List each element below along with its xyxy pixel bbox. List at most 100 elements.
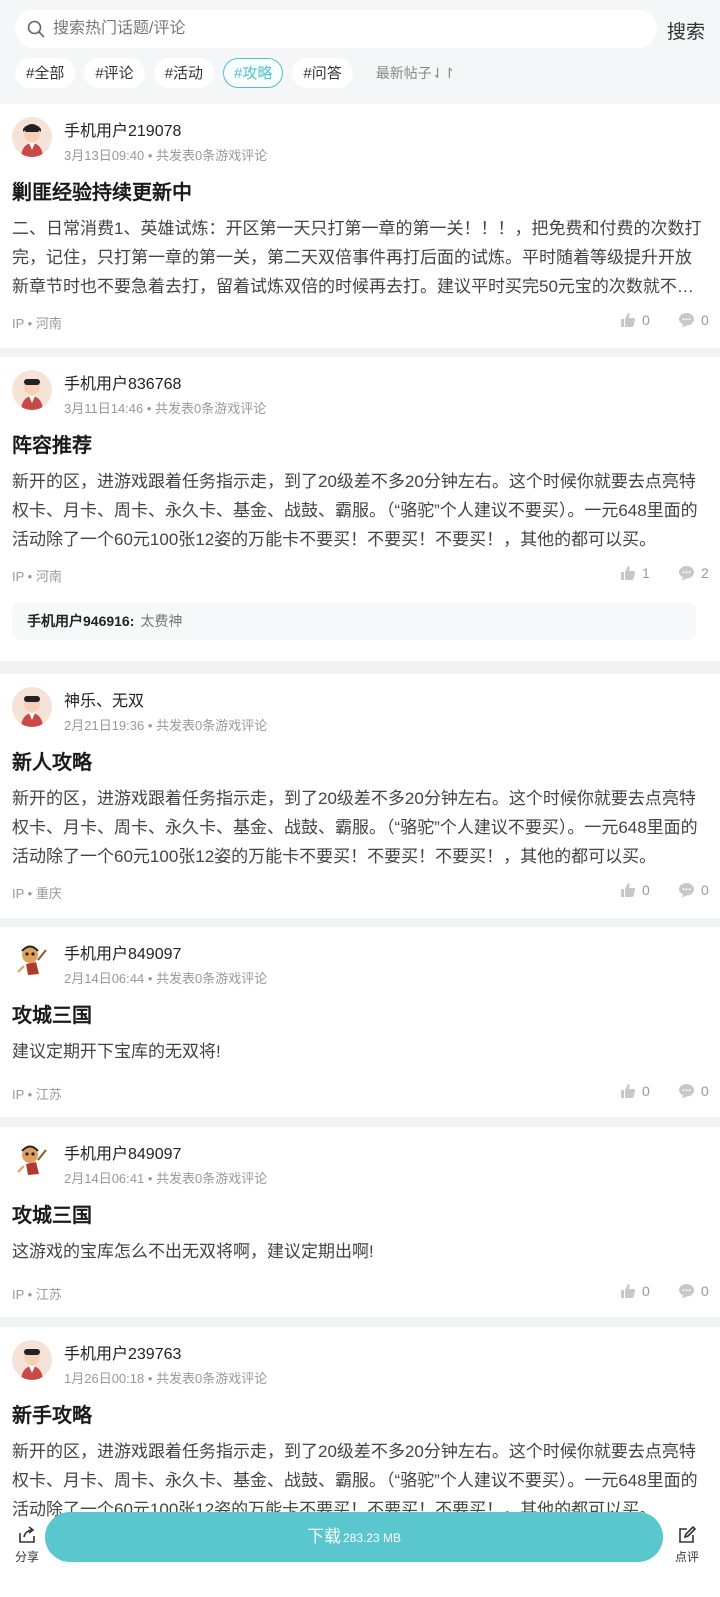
like-button[interactable]: 0 [620,882,650,898]
username[interactable]: 手机用户239763 [64,1340,181,1364]
comment-count: 0 [701,882,709,898]
username[interactable]: 手机用户849097 [64,1140,181,1164]
thumbs-up-icon [621,883,636,897]
post-body[interactable]: 新开的区，进游戏跟着任务指示走，到了20级差不多20分钟左右。这个时候你就要去点… [12,467,708,554]
comment-icon [679,1084,694,1099]
like-button[interactable]: 0 [620,312,650,328]
post-body[interactable]: 新开的区，进游戏跟着任务指示走，到了20级差不多20分钟左右。这个时候你就要去点… [12,784,708,871]
edit-icon [679,1525,697,1543]
review-label: 点评 [674,1550,699,1564]
bottom-action-bar: 分享 下载 283.23 MB 点评 [0,1505,720,1597]
post-date: 2月21日19:36 [64,718,145,733]
comment-button[interactable]: 0 [678,882,709,898]
comment-icon [679,566,694,581]
tab-reviews[interactable]: #评论 [84,58,145,88]
comment-button[interactable]: 2 [678,565,709,581]
post-meta: 3月13日09:40 • 共发表0条游戏评论 [64,145,267,164]
reply-username: 手机用户946916: [27,613,135,629]
like-count: 0 [642,312,650,328]
search-box[interactable] [15,10,657,48]
like-count: 0 [642,1083,650,1099]
thumbs-up-icon [621,1084,636,1098]
ip-location: IP • 河南 [12,569,62,584]
username[interactable]: 神乐、无双 [64,687,144,711]
comment-count: 0 [701,312,709,328]
comment-button[interactable]: 0 [678,1283,709,1299]
post-title[interactable]: 攻城三国 [12,1199,92,1228]
username[interactable]: 手机用户836768 [64,370,181,394]
comment-count: 0 [701,1083,709,1099]
post-card[interactable]: 手机用户219078 3月13日09:40 • 共发表0条游戏评论 剿匪经验持续… [0,104,720,348]
avatar[interactable] [12,940,52,980]
post-title[interactable]: 新人攻略 [12,746,92,775]
tab-qa[interactable]: #问答 [292,58,353,88]
like-count: 0 [642,882,650,898]
comment-button[interactable]: 0 [678,312,709,328]
post-body[interactable]: 建议定期开下宝库的无双将! [12,1037,708,1066]
ip-location: IP • 江苏 [12,1287,62,1302]
like-button[interactable]: 0 [620,1083,650,1099]
tab-all[interactable]: #全部 [15,58,76,88]
search-input[interactable] [51,19,615,39]
avatar[interactable] [12,370,52,410]
share-label: 分享 [14,1550,39,1564]
comment-icon [679,883,694,898]
post-card[interactable]: 手机用户836768 3月11日14:46 • 共发表0条游戏评论 阵容推荐 新… [0,357,720,661]
post-meta: 3月11日14:46 • 共发表0条游戏评论 [64,398,266,417]
username[interactable]: 手机用户849097 [64,940,181,964]
post-meta: 2月21日19:36 • 共发表0条游戏评论 [64,715,267,734]
share-icon [19,1526,35,1543]
post-date: 2月14日06:44 [64,971,145,986]
post-card[interactable]: 神乐、无双 2月21日19:36 • 共发表0条游戏评论 新人攻略 新开的区，进… [0,674,720,918]
post-meta: 2月14日06:41 • 共发表0条游戏评论 [64,1168,267,1187]
avatar[interactable] [12,1340,52,1380]
share-button[interactable]: 分享 [12,1525,42,1565]
post-date: 3月13日09:40 [64,148,145,163]
tab-guides[interactable]: #攻略 [223,58,284,88]
username[interactable]: 手机用户219078 [64,117,181,141]
post-card[interactable]: 手机用户849097 2月14日06:44 • 共发表0条游戏评论 攻城三国 建… [0,927,720,1117]
download-button[interactable]: 下载 283.23 MB [45,1512,663,1562]
topic-tabs: #全部 #评论 #活动 #攻略 #问答 最新帖子⇃↾ [15,58,455,88]
comment-icon [679,1284,694,1299]
ip-location: IP • 河南 [12,316,62,331]
avatar[interactable] [12,117,52,157]
post-body[interactable]: 这游戏的宝库怎么不出无双将啊，建议定期出啊! [12,1237,708,1266]
header: 搜索 #全部 #评论 #活动 #攻略 #问答 最新帖子⇃↾ [0,0,720,104]
review-count: • 共发表0条游戏评论 [144,148,268,163]
download-size: 283.23 MB [342,1531,402,1545]
like-button[interactable]: 0 [620,1283,650,1299]
comment-button[interactable]: 0 [678,1083,709,1099]
top-reply[interactable]: 手机用户946916: 太费神 [12,602,696,640]
thumbs-up-icon [621,566,636,580]
tab-events[interactable]: #活动 [153,58,215,88]
comment-icon [679,313,694,328]
post-date: 1月26日00:18 [64,1371,145,1386]
post-title[interactable]: 新手攻略 [12,1399,92,1428]
review-count: • 共发表0条游戏评论 [144,1371,268,1386]
post-date: 2月14日06:41 [64,1171,145,1186]
post-card[interactable]: 手机用户849097 2月14日06:41 • 共发表0条游戏评论 攻城三国 这… [0,1127,720,1317]
avatar[interactable] [12,687,52,727]
review-button[interactable]: 点评 [672,1525,702,1565]
post-date: 3月11日14:46 [64,401,144,416]
like-button[interactable]: 1 [620,565,650,581]
review-count: • 共发表0条游戏评论 [144,971,268,986]
comment-count: 2 [701,565,709,581]
post-title[interactable]: 阵容推荐 [12,429,92,458]
download-label: 下载 [306,1527,341,1546]
avatar[interactable] [12,1140,52,1180]
sort-dropdown[interactable]: 最新帖子⇃↾ [376,63,455,83]
review-count: • 共发表0条游戏评论 [144,1171,268,1186]
post-body[interactable]: 二、日常消费1、英雄试炼：开区第一天只打第一章的第一关！！！，把免费和付费的次数… [12,214,708,301]
post-title[interactable]: 剿匪经验持续更新中 [12,176,192,205]
review-count: • 共发表0条游戏评论 [143,401,267,416]
search-icon [27,20,45,38]
review-count: • 共发表0条游戏评论 [144,718,268,733]
search-button[interactable]: 搜索 [667,17,705,44]
post-meta: 2月14日06:44 • 共发表0条游戏评论 [64,968,267,987]
reply-text: 太费神 [140,613,183,629]
post-title[interactable]: 攻城三国 [12,999,92,1028]
like-count: 0 [642,1283,650,1299]
like-count: 1 [642,565,650,581]
